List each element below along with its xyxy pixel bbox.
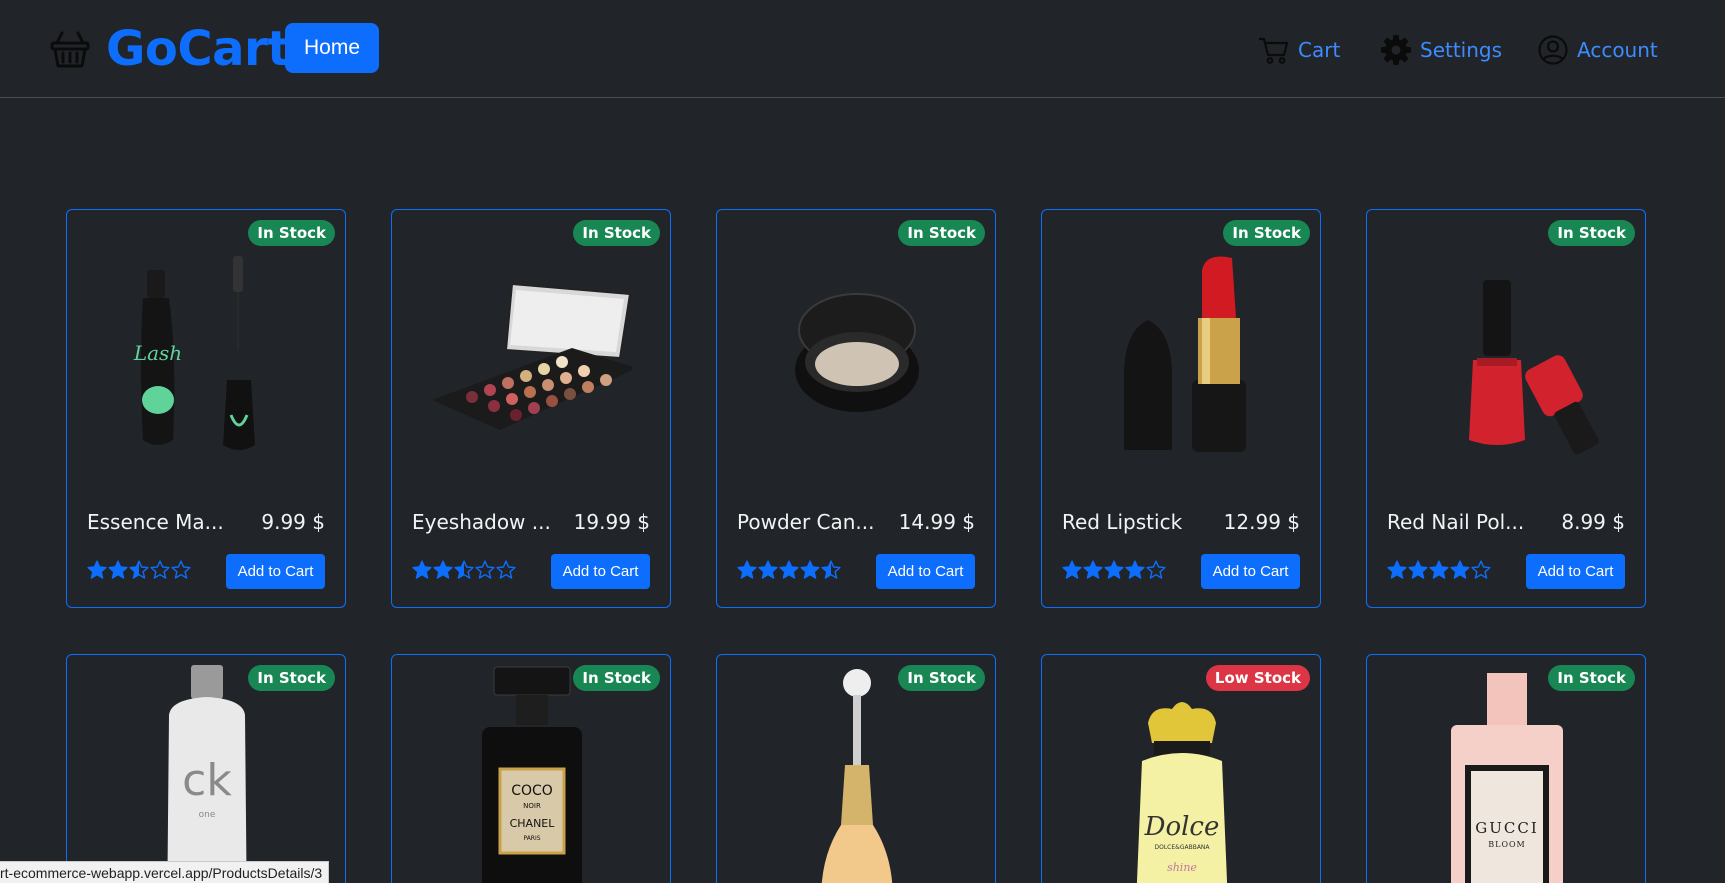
star-rating (412, 560, 516, 580)
dolce-brand: DOLCE&GABBANA (1154, 844, 1210, 851)
star-filled-icon (433, 560, 453, 579)
svg-text:Lash: Lash (133, 341, 182, 365)
star-filled-icon (779, 560, 799, 579)
product-image-nail-polish[interactable] (1407, 250, 1607, 460)
cart-icon (1258, 37, 1289, 64)
ck-sublabel: one (199, 810, 216, 820)
person-circle-icon (1538, 35, 1568, 65)
star-filled-icon (758, 560, 778, 579)
star-empty-icon (475, 560, 495, 579)
nav-cart-label: Cart (1298, 38, 1341, 62)
star-filled-icon (1062, 560, 1082, 579)
star-filled-icon (1104, 560, 1124, 579)
stock-badge: In Stock (1223, 220, 1310, 246)
star-filled-icon (1450, 560, 1470, 579)
gucci-label: GUCCI (1475, 819, 1539, 837)
product-card[interactable]: In Stock Red Nail Pol... 8.99 $ Add to C… (1366, 209, 1646, 608)
star-filled-icon (108, 560, 128, 579)
add-to-cart-button[interactable]: Add to Cart (1201, 554, 1300, 589)
product-image-gucci[interactable]: GUCCI BLOOM (1407, 665, 1607, 883)
star-empty-icon (1146, 560, 1166, 579)
brand-name: GoCart (106, 21, 290, 77)
star-filled-icon (87, 560, 107, 579)
product-card[interactable]: Low Stock Dolce DOLCE&GABBANA shine (1041, 654, 1321, 883)
product-title: Powder Can... (737, 510, 875, 534)
product-card[interactable]: In Stock ck one (66, 654, 346, 883)
add-to-cart-button[interactable]: Add to Cart (1526, 554, 1625, 589)
add-to-cart-button[interactable]: Add to Cart (551, 554, 650, 589)
add-to-cart-button[interactable]: Add to Cart (876, 554, 975, 589)
star-filled-icon (1429, 560, 1449, 579)
navbar: GoCart Home Cart Settings Account (0, 0, 1725, 98)
star-empty-icon (1471, 560, 1491, 579)
stock-badge: In Stock (248, 220, 335, 246)
chanel-label-2: NOIR (523, 802, 541, 810)
product-price: 9.99 $ (261, 510, 325, 534)
product-card[interactable]: In Stock Powder Can... 14.99 $ Add to Ca… (716, 209, 996, 608)
stock-badge: In Stock (898, 220, 985, 246)
basket-icon (50, 31, 90, 68)
star-rating (1387, 560, 1491, 580)
product-image-eyeshadow[interactable] (432, 250, 632, 460)
star-rating (1062, 560, 1166, 580)
product-image-lipstick[interactable] (1082, 250, 1282, 460)
star-filled-icon (1408, 560, 1428, 579)
star-empty-icon (496, 560, 516, 579)
brand-link[interactable]: GoCart (48, 20, 290, 78)
product-image-dolce[interactable]: Dolce DOLCE&GABBANA shine (1082, 665, 1282, 883)
product-title: Eyeshadow ... (412, 510, 551, 534)
nav-settings[interactable]: Settings (1380, 30, 1502, 70)
product-card[interactable]: In Stock Eyeshadow ... 19.99 $ Add to Ca… (391, 209, 671, 608)
ck-label: ck (182, 755, 232, 806)
nav-account-label: Account (1577, 38, 1658, 62)
product-title: Essence Ma... (87, 510, 224, 534)
chanel-label-1: COCO (511, 783, 553, 799)
product-price: 8.99 $ (1561, 510, 1625, 534)
star-filled-icon (800, 560, 820, 579)
product-title: Red Nail Pol... (1387, 510, 1525, 534)
product-card[interactable]: In Stock Red Lipstick 12.99 $ Add to Car… (1041, 209, 1321, 608)
nav-account[interactable]: Account (1537, 30, 1658, 70)
star-rating (737, 560, 841, 580)
star-half-icon (454, 560, 474, 579)
gear-icon (1381, 35, 1411, 65)
chanel-label-4: PARIS (523, 835, 540, 842)
stock-badge: In Stock (1548, 220, 1635, 246)
product-image-jadore[interactable] (757, 665, 957, 883)
star-filled-icon (737, 560, 757, 579)
product-card[interactable]: In Stock GUCCI BLOOM (1366, 654, 1646, 883)
product-card[interactable]: In Stock COCO NOIR CHANEL PARIS (391, 654, 671, 883)
star-empty-icon (150, 560, 170, 579)
star-filled-icon (1125, 560, 1145, 579)
star-rating (87, 560, 191, 580)
product-image-ck-one[interactable]: ck one (107, 665, 307, 883)
star-filled-icon (1083, 560, 1103, 579)
product-title: Red Lipstick (1062, 510, 1183, 534)
dolce-sublabel: shine (1167, 861, 1197, 874)
nav-settings-label: Settings (1420, 38, 1503, 62)
home-button[interactable]: Home (285, 23, 379, 73)
star-half-icon (129, 560, 149, 579)
star-empty-icon (171, 560, 191, 579)
product-price: 12.99 $ (1223, 510, 1300, 534)
product-image-chanel[interactable]: COCO NOIR CHANEL PARIS (432, 665, 632, 883)
dolce-label: Dolce (1144, 812, 1220, 842)
chanel-label-3: CHANEL (510, 817, 556, 830)
add-to-cart-button[interactable]: Add to Cart (226, 554, 325, 589)
product-price: 19.99 $ (573, 510, 650, 534)
star-half-icon (821, 560, 841, 579)
product-image-mascara[interactable]: Lash (107, 250, 307, 460)
product-card[interactable]: In Stock (716, 654, 996, 883)
stock-badge: In Stock (573, 220, 660, 246)
product-price: 14.99 $ (898, 510, 975, 534)
gucci-sublabel: BLOOM (1488, 840, 1526, 849)
product-card[interactable]: In Stock Lash Essence Ma... 9.99 $ Add t… (66, 209, 346, 608)
star-filled-icon (1387, 560, 1407, 579)
nav-cart[interactable]: Cart (1258, 30, 1340, 70)
star-filled-icon (412, 560, 432, 579)
product-image-powder[interactable] (757, 250, 957, 460)
status-bar-url: rt-ecommerce-webapp.vercel.app/ProductsD… (0, 861, 330, 883)
